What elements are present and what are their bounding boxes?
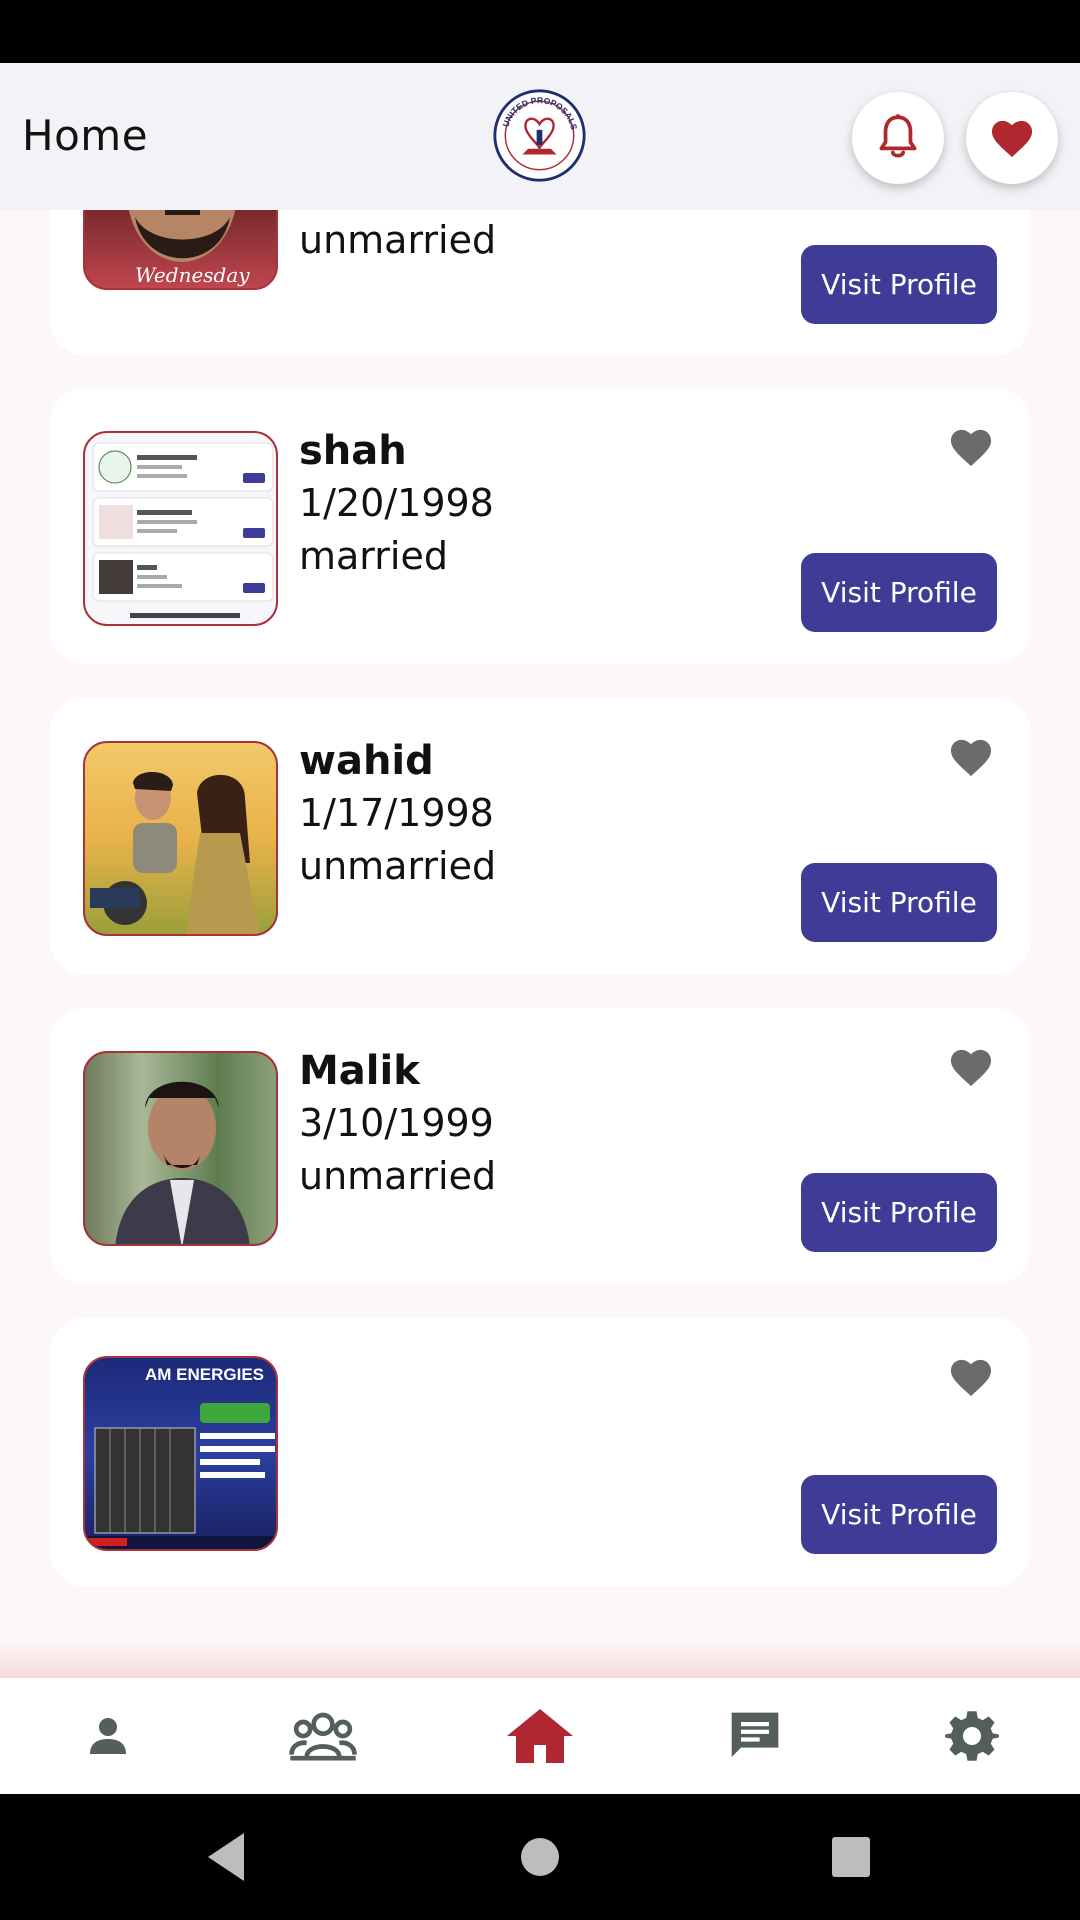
person-icon — [90, 1718, 126, 1754]
profile-card: Wednesday unmarried Visit Profile — [50, 210, 1030, 355]
nav-matches[interactable] — [283, 1704, 363, 1768]
profile-name: shah — [299, 428, 407, 474]
heart-icon — [991, 120, 1033, 158]
favorites-button[interactable] — [966, 92, 1058, 184]
profile-avatar[interactable] — [83, 1051, 278, 1246]
profile-avatar[interactable] — [83, 431, 278, 626]
date-of-birth: 3/10/1999 — [299, 1101, 494, 1145]
favorite-heart-icon[interactable] — [948, 426, 994, 468]
svg-text:Wednesday: Wednesday — [135, 263, 250, 287]
marital-status: unmarried — [299, 218, 497, 262]
bottom-navigation — [0, 1678, 1080, 1794]
favorite-heart-icon[interactable] — [948, 1046, 994, 1088]
nav-profile[interactable] — [68, 1704, 148, 1768]
chat-icon — [731, 1712, 779, 1757]
favorite-heart-icon[interactable] — [948, 1356, 994, 1398]
nav-home[interactable] — [500, 1704, 580, 1768]
settings-icon — [945, 1711, 999, 1761]
home-icon — [507, 1709, 573, 1763]
marital-status: unmarried — [299, 1154, 497, 1198]
system-navigation-bar — [0, 1794, 1080, 1920]
visit-profile-button[interactable]: Visit Profile — [801, 1475, 997, 1554]
profile-avatar[interactable]: AM ENERGIES — [83, 1356, 278, 1551]
date-of-birth: 1/20/1998 — [299, 481, 494, 525]
visit-profile-button[interactable]: Visit Profile — [801, 245, 997, 324]
visit-profile-button[interactable]: Visit Profile — [801, 553, 997, 632]
nav-settings[interactable] — [932, 1704, 1012, 1768]
marital-status: married — [299, 534, 448, 578]
visit-profile-button[interactable]: Visit Profile — [801, 1173, 997, 1252]
page-title: Home — [22, 111, 149, 160]
group-icon — [289, 1712, 357, 1761]
visit-profile-button[interactable]: Visit Profile — [801, 863, 997, 942]
profile-card: shah 1/20/1998 married Visit Profile — [50, 388, 1030, 664]
favorite-heart-icon[interactable] — [948, 736, 994, 778]
couple-photo — [90, 771, 260, 934]
advertisement-image: AM ENERGIES — [85, 1365, 276, 1549]
bottom-fade — [0, 1640, 1080, 1678]
app-logo: UNITED PROPOSALS — [493, 89, 586, 182]
date-of-birth: 1/17/1998 — [299, 791, 494, 835]
app-bar: Home UNITED PROPOSALS — [0, 63, 1080, 210]
person-photo: Wednesday — [128, 210, 250, 287]
profile-avatar[interactable]: Wednesday — [83, 210, 278, 290]
back-icon[interactable] — [202, 1829, 252, 1885]
profile-card: Malik 3/10/1999 unmarried Visit Profile — [50, 1008, 1030, 1284]
profile-name: Malik — [299, 1048, 420, 1094]
marital-status: unmarried — [299, 844, 497, 888]
home-circle-icon[interactable] — [520, 1829, 560, 1885]
status-bar — [0, 0, 1080, 63]
profile-avatar[interactable] — [83, 741, 278, 936]
profile-list[interactable]: Wednesday unmarried Visit Profile shah 1… — [0, 210, 1080, 1678]
screenshot-thumbnail — [92, 442, 274, 618]
notifications-button[interactable] — [852, 92, 944, 184]
person-photo — [115, 1081, 250, 1244]
profile-card: wahid 1/17/1998 unmarried Visit Profile — [50, 698, 1030, 974]
svg-text:AM ENERGIES: AM ENERGIES — [145, 1365, 264, 1384]
nav-chat[interactable] — [715, 1704, 795, 1768]
profile-card: AM ENERGIES Visit Profile — [50, 1318, 1030, 1586]
recents-icon[interactable] — [831, 1829, 871, 1885]
profile-name: wahid — [299, 738, 434, 784]
bell-icon — [879, 114, 917, 158]
